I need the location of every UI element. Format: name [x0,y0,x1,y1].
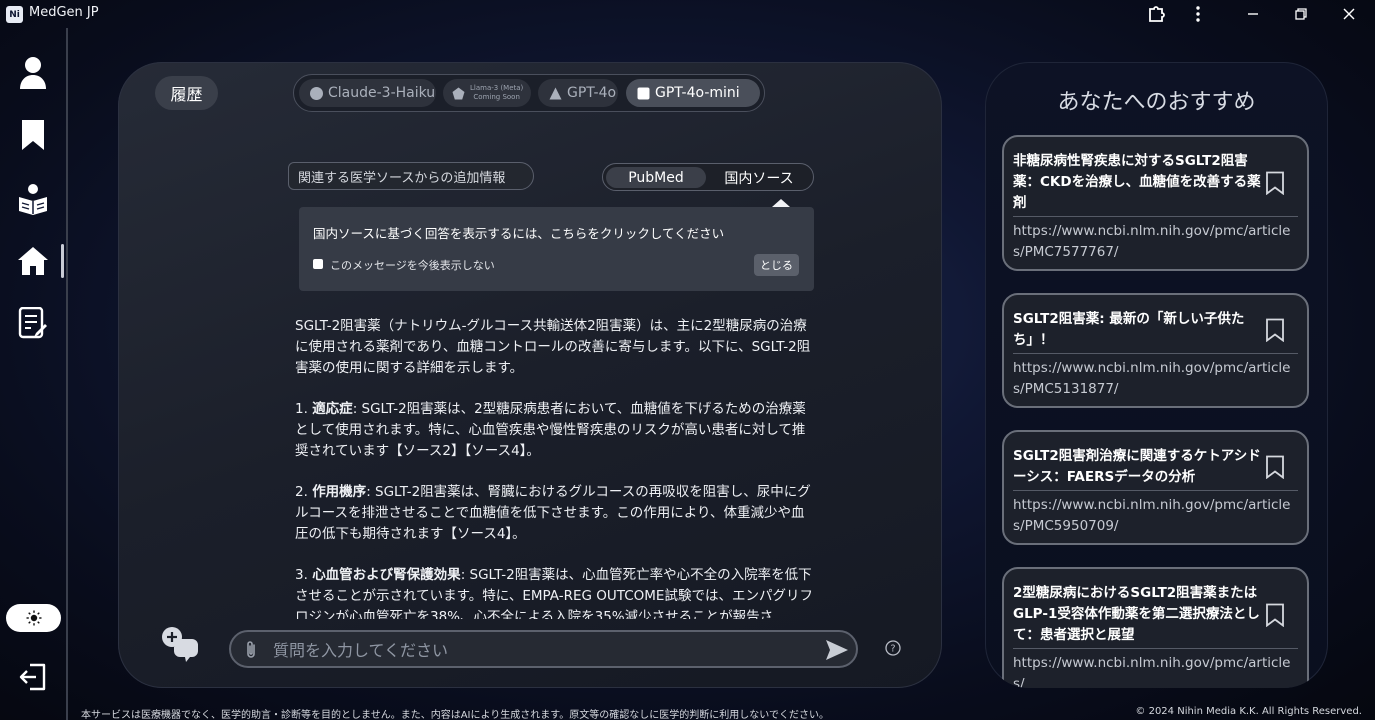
square-icon [637,87,650,99]
model-coming-soon: Coming Soon [473,93,520,101]
chat-panel: 履歴 Claude-3-Haiku Llama-3 (Meta) Coming … [118,62,942,688]
answer-text: SGLT-2阻害薬（ナトリウム-グルコース共輸送体2阻害薬）は、主に2型糖尿病の… [295,316,817,619]
item-body: : SGLT-2阻害薬は、腎臓におけるグルコースの再吸収を阻害し、尿中にグルコー… [295,484,811,542]
card-title[interactable]: 非糖尿病性腎疾患に対するSGLT2阻害薬：CKDを治療し、血糖値を改善する薬剤 [1013,151,1261,214]
pentagon-icon [452,87,465,99]
recommendations-title: あなたへのおすすめ [1057,90,1256,115]
recommendation-card[interactable]: SGLT2阻害剤治療に関連するケトアシドーシス：FAERSデータの分析 http… [1002,430,1309,545]
item-heading: 心血管および腎保護効果 [312,567,461,583]
left-sidebar [0,28,68,720]
card-title[interactable]: SGLT2阻害薬: 最新の「新しい子供たち」！ [1013,309,1261,351]
answer-intro: SGLT-2阻害薬（ナトリウム-グルコース共輸送体2阻害薬）は、主に2型糖尿病の… [295,318,811,376]
bookmark-icon[interactable] [1265,455,1285,479]
chat-input-box [229,630,858,668]
edit-document-icon[interactable] [14,304,52,342]
model-label: Claude-3-Haiku [328,85,436,101]
card-title[interactable]: 2型糖尿病におけるSGLT2阻害薬またはGLP-1受容体作動薬を第二選択療法とし… [1013,583,1261,646]
title-bar: Ni MedGen JP [0,0,1375,28]
app-title: MedGen JP [29,5,99,20]
card-url[interactable]: https://www.ncbi.nlm.nih.gov/pmc/article… [1013,358,1298,400]
new-chat-icon[interactable] [160,625,200,665]
card-divider [1013,648,1298,649]
item-heading: 作用機序 [312,484,367,500]
card-title[interactable]: SGLT2阻害剤治療に関連するケトアシドーシス：FAERSデータの分析 [1013,446,1261,488]
tooltip-arrow [772,199,790,207]
model-label: GPT-4o-mini [655,85,740,101]
item-number: 2. [295,484,308,500]
model-label-llama: Llama-3 (Meta) Coming Soon [470,84,523,102]
bookmark-icon[interactable] [1265,603,1285,627]
history-button[interactable]: 履歴 [155,76,218,110]
answer-item-indications: 1. 適応症: SGLT-2阻害薬は、2型糖尿病患者において、血糖値を下げるため… [295,399,817,462]
restore-icon[interactable] [1288,3,1314,25]
tab-domestic-sources[interactable]: 国内ソース [709,167,809,188]
app-logo: Ni [6,6,23,23]
paperclip-icon[interactable] [243,640,261,660]
model-selector: Claude-3-Haiku Llama-3 (Meta) Coming Soo… [293,74,765,112]
recommendations-panel: あなたへのおすすめ 非糖尿病性腎疾患に対するSGLT2阻害薬：CKDを治療し、血… [985,62,1328,688]
model-option-claude-3-haiku[interactable]: Claude-3-Haiku [299,79,436,107]
sun-icon [26,610,41,626]
bookmark-icon[interactable] [14,116,52,154]
recommendation-card[interactable]: 非糖尿病性腎疾患に対するSGLT2阻害薬：CKDを治療し、血糖値を改善する薬剤 … [1002,135,1309,271]
extension-icon[interactable] [1143,3,1169,25]
more-vertical-icon[interactable] [1185,3,1211,25]
item-heading: 適応症 [312,401,353,417]
recommendation-card[interactable]: SGLT2阻害薬: 最新の「新しい子供たち」！ https://www.ncbi… [1002,293,1309,408]
recommendation-card[interactable]: 2型糖尿病におけるSGLT2阻害薬またはGLP-1受容体作動薬を第二選択療法とし… [1002,567,1309,688]
card-divider [1013,216,1298,217]
home-icon[interactable] [14,242,52,280]
active-nav-indicator [61,244,64,278]
user-profile-icon[interactable] [14,54,52,92]
model-label: GPT-4o [567,85,617,101]
question-input[interactable] [273,638,793,662]
card-divider [1013,353,1298,354]
model-option-gpt-4o-mini[interactable]: GPT-4o-mini [626,79,760,107]
dont-show-again-checkbox[interactable] [313,259,323,269]
circle-icon [310,86,323,100]
source-toggle: PubMed 国内ソース [602,163,814,191]
bookmark-icon[interactable] [1265,318,1285,342]
minimize-icon[interactable] [1240,3,1266,25]
help-icon[interactable]: ? [885,640,901,656]
answer-item-protection: 3. 心血管および腎保護効果: SGLT-2阻害薬は、心血管死亡率や心不全の入院… [295,565,817,619]
model-option-gpt-4o[interactable]: GPT-4o [538,79,618,107]
model-label-line1: Llama-3 (Meta) [470,84,524,92]
dont-show-again-label: このメッセージを今後表示しない [330,259,495,272]
tooltip-message[interactable]: 国内ソースに基づく回答を表示するには、こちらをクリックしてください [313,223,724,242]
svg-text:?: ? [890,644,895,655]
logout-icon[interactable] [18,662,48,692]
item-body: : SGLT-2阻害薬は、2型糖尿病患者において、血糖値を下げるための治療薬とし… [295,401,806,459]
source-label: 関連する医学ソースからの追加情報 [288,162,534,190]
close-icon[interactable] [1336,3,1362,25]
tooltip-close-button[interactable]: とじる [754,254,799,276]
answer-item-mechanism: 2. 作用機序: SGLT-2阻害薬は、腎臓におけるグルコースの再吸収を阻害し、… [295,482,817,545]
card-divider [1013,490,1298,491]
card-url[interactable]: https://www.ncbi.nlm.nih.gov/pmc/article… [1013,653,1298,688]
item-number: 1. [295,401,308,417]
domestic-source-tooltip: 国内ソースに基づく回答を表示するには、こちらをクリックしてください このメッセー… [299,207,814,291]
model-option-llama-3[interactable]: Llama-3 (Meta) Coming Soon [443,79,531,107]
card-url[interactable]: https://www.ncbi.nlm.nih.gov/pmc/article… [1013,221,1298,263]
item-number: 3. [295,567,308,583]
bookmark-icon[interactable] [1265,171,1285,195]
copyright-text: © 2024 Nihin Media K.K. All Rights Reser… [1135,706,1362,717]
tab-pubmed[interactable]: PubMed [606,167,706,188]
disclaimer-text: 本サービスは医療機器でなく、医学的助言・診断等を目的としません。また、内容はAI… [81,710,829,720]
theme-toggle[interactable] [6,604,61,632]
triangle-icon [549,87,562,99]
reading-person-icon[interactable] [14,180,52,218]
card-url[interactable]: https://www.ncbi.nlm.nih.gov/pmc/article… [1013,495,1298,537]
send-icon[interactable] [825,639,849,661]
